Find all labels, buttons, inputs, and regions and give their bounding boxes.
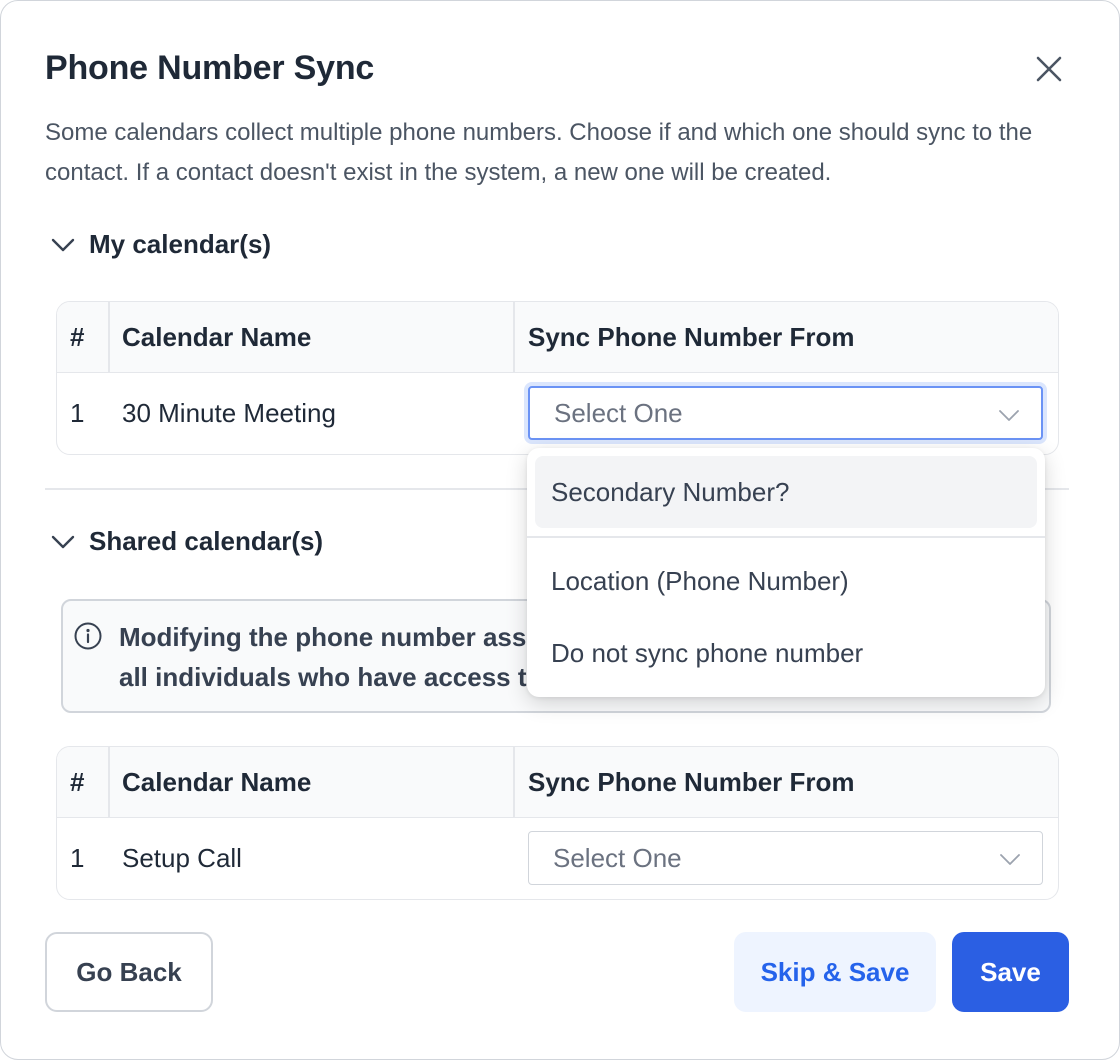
column-header-calendar-name: Calendar Name [122,321,312,352]
column-header-index: # [70,321,85,352]
column-divider [513,302,515,372]
chevron-down-icon [51,238,75,251]
modal-title: Phone Number Sync [45,49,375,87]
close-icon [1036,56,1062,82]
row-index: 1 [70,397,85,428]
skip-and-save-button[interactable]: Skip & Save [734,932,936,1012]
column-divider [108,302,110,372]
select-value: Select One [554,397,683,428]
calendar-name: 30 Minute Meeting [122,397,336,428]
dropdown-option-do-not-sync[interactable]: Do not sync phone number [535,618,1037,688]
column-header-sync-from: Sync Phone Number From [528,766,855,797]
chevron-down-icon [999,410,1019,421]
my-calendars-toggle[interactable]: My calendar(s) [49,229,271,260]
dropdown-divider [527,536,1045,538]
alert-text-line-1: Modifying the phone number ass [119,622,527,652]
column-header-calendar-name: Calendar Name [122,766,312,797]
sync-phone-select[interactable]: Select One [528,831,1043,885]
sync-phone-select[interactable]: Select One [528,386,1043,440]
go-back-button[interactable]: Go Back [45,932,213,1012]
column-divider [513,747,515,817]
info-icon [74,622,102,650]
my-calendars-heading: My calendar(s) [89,229,272,259]
shared-calendars-heading: Shared calendar(s) [89,526,324,556]
table-header: # Calendar Name Sync Phone Number From [57,747,1058,818]
alert-text-line-2: all individuals who have access t [119,662,527,692]
phone-number-sync-modal: Phone Number Sync Some calendars collect… [0,0,1120,1060]
close-button[interactable] [1031,51,1067,87]
shared-calendars-table: # Calendar Name Sync Phone Number From 1… [56,746,1059,900]
my-calendars-table: # Calendar Name Sync Phone Number From 1… [56,301,1059,455]
chevron-down-icon [51,535,75,548]
column-header-sync-from: Sync Phone Number From [528,321,855,352]
alert-text: Modifying the phone number ass all indiv… [119,617,539,697]
column-header-index: # [70,766,85,797]
column-divider [108,747,110,817]
dropdown-option-secondary-number[interactable]: Secondary Number? [535,456,1037,528]
row-index: 1 [70,842,85,873]
table-header: # Calendar Name Sync Phone Number From [57,302,1058,373]
modal-description: Some calendars collect multiple phone nu… [45,119,1033,186]
save-button[interactable]: Save [952,932,1069,1012]
select-value: Select One [553,842,682,873]
calendar-name: Setup Call [122,842,242,873]
sync-phone-dropdown-menu: Secondary Number? Location (Phone Number… [527,448,1045,697]
chevron-down-icon [1000,854,1020,865]
dropdown-option-location-phone[interactable]: Location (Phone Number) [535,546,1037,616]
shared-calendars-toggle[interactable]: Shared calendar(s) [49,526,323,557]
